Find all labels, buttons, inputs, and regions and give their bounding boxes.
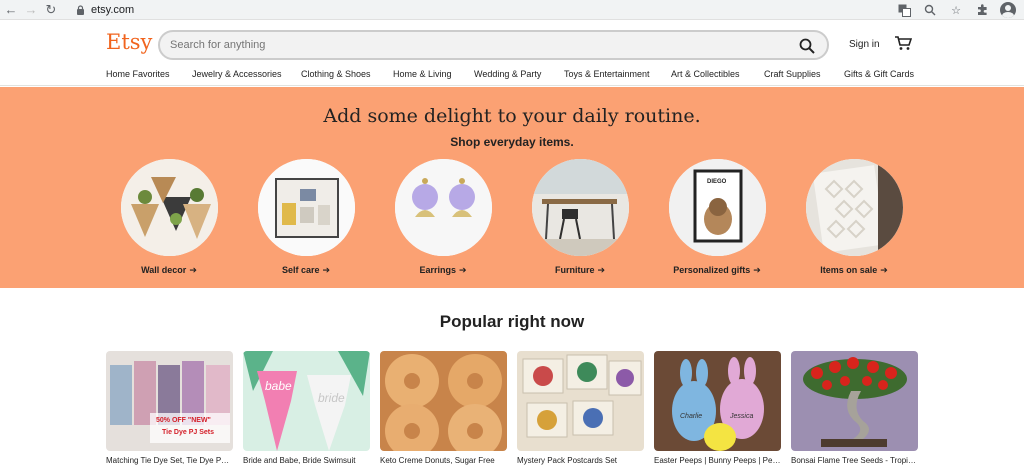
arrow-right-icon: ➔: [322, 265, 331, 275]
category-jewelry[interactable]: Jewelry & Accessories: [192, 69, 282, 79]
sale-badge-top: 50% OFF "NEW": [156, 417, 211, 424]
lock-icon: [77, 5, 84, 15]
self-care-image: [258, 159, 355, 256]
tie-dye-image: [106, 351, 233, 451]
product-tile-bride-swimsuit[interactable]: babe bride: [243, 351, 370, 451]
category-circle-furniture[interactable]: [532, 159, 629, 256]
easter-peeps-image: [654, 351, 781, 451]
translate-icon[interactable]: [896, 2, 912, 18]
category-circle-self-care[interactable]: [258, 159, 355, 256]
category-art[interactable]: Art & Collectibles: [671, 69, 740, 79]
donuts-image: [380, 351, 507, 451]
category-craft[interactable]: Craft Supplies: [764, 69, 821, 79]
postcards-image: [517, 351, 644, 451]
product-tile-tie-dye[interactable]: 50% OFF "NEW" Tie Dye PJ Sets: [106, 351, 233, 451]
product-caption[interactable]: Keto Creme Donuts, Sugar Free: [380, 456, 507, 465]
category-circle-wall-decor[interactable]: [121, 159, 218, 256]
earrings-image: [395, 159, 492, 256]
category-wedding[interactable]: Wedding & Party: [474, 69, 541, 79]
profile-icon[interactable]: [1000, 2, 1016, 18]
wall-decor-image: [121, 159, 218, 256]
zoom-icon[interactable]: [922, 2, 938, 18]
bride-swimsuit-image: [243, 351, 370, 451]
sign-in-link[interactable]: Sign in: [849, 39, 880, 50]
product-caption[interactable]: Matching Tie Dye Set, Tie Dye PJ Sets: [106, 456, 233, 465]
product-caption[interactable]: Bonsai Flame Tree Seeds - Tropical: [791, 456, 918, 465]
category-circle-personalized-gifts[interactable]: DIEGO: [669, 159, 766, 256]
forward-icon[interactable]: →: [22, 1, 40, 19]
reload-icon[interactable]: ↻: [42, 1, 60, 19]
address-bar[interactable]: etsy.com: [66, 2, 894, 18]
items-on-sale-label[interactable]: Items on sale ➔: [794, 265, 914, 276]
hero-title: Add some delight to your daily routine.: [323, 105, 701, 127]
category-clothing[interactable]: Clothing & Shoes: [301, 69, 371, 79]
hero-subtitle: Shop everyday items.: [450, 135, 574, 149]
category-home-favorites[interactable]: Home Favorites: [106, 69, 170, 79]
product-tile-bonsai[interactable]: [791, 351, 918, 451]
category-toys[interactable]: Toys & Entertainment: [564, 69, 650, 79]
product-caption[interactable]: Easter Peeps | Bunny Peeps | Personalize…: [654, 456, 781, 465]
swimsuit-print-2: bride: [318, 391, 345, 405]
product-caption[interactable]: Bride and Babe, Bride Swimsuit: [243, 456, 370, 465]
category-circle-earrings[interactable]: [395, 159, 492, 256]
extensions-icon[interactable]: [974, 2, 990, 18]
back-icon[interactable]: ←: [2, 1, 20, 19]
arrow-right-icon: ➔: [458, 265, 467, 275]
self-care-label[interactable]: Self care ➔: [246, 265, 366, 276]
swimsuit-print-1: babe: [265, 379, 292, 393]
furniture-image: [532, 159, 629, 256]
sale-badge-bottom: Tie Dye PJ Sets: [162, 429, 215, 436]
category-gifts[interactable]: Gifts & Gift Cards: [844, 69, 914, 79]
personalized-gifts-label[interactable]: Personalized gifts ➔: [657, 265, 777, 276]
arrow-right-icon: ➔: [880, 265, 888, 275]
category-home-living[interactable]: Home & Living: [393, 69, 452, 79]
cart-icon[interactable]: [894, 35, 912, 51]
personalized-gifts-image: [669, 159, 766, 256]
url-text: etsy.com: [91, 4, 135, 16]
peep-name-1: Charlie: [680, 413, 703, 420]
star-icon[interactable]: ☆: [948, 2, 964, 18]
product-tile-postcards[interactable]: [517, 351, 644, 451]
product-tile-easter-peeps[interactable]: Charlie Jessica: [654, 351, 781, 451]
site-header: Etsy Sign in: [0, 20, 1024, 65]
product-caption[interactable]: Mystery Pack Postcards Set: [517, 456, 644, 465]
search-bar: [158, 30, 829, 60]
earrings-label[interactable]: Earrings ➔: [383, 265, 503, 276]
arrow-right-icon: ➔: [597, 265, 606, 275]
arrow-right-icon: ➔: [189, 265, 197, 275]
peep-name-2: Jessica: [730, 413, 754, 420]
search-input[interactable]: [170, 39, 770, 51]
etsy-logo[interactable]: Etsy: [106, 30, 152, 54]
arrow-right-icon: ➔: [753, 265, 761, 275]
frame-name-text: DIEGO: [707, 179, 727, 185]
product-tile-keto-donuts[interactable]: [380, 351, 507, 451]
bonsai-image: [791, 351, 918, 451]
category-circle-items-on-sale[interactable]: [806, 159, 903, 256]
wall-decor-label[interactable]: Wall decor ➔: [109, 265, 229, 276]
search-icon[interactable]: [799, 38, 815, 54]
popular-section-title: Popular right now: [439, 312, 585, 331]
browser-toolbar: ← → ↻ etsy.com ☆: [0, 0, 1024, 20]
hero-banner: Add some delight to your daily routine. …: [0, 87, 1024, 288]
category-nav: Home Favorites Jewelry & Accessories Clo…: [0, 65, 1024, 86]
items-on-sale-image: [806, 159, 903, 256]
furniture-label[interactable]: Furniture ➔: [520, 265, 640, 276]
